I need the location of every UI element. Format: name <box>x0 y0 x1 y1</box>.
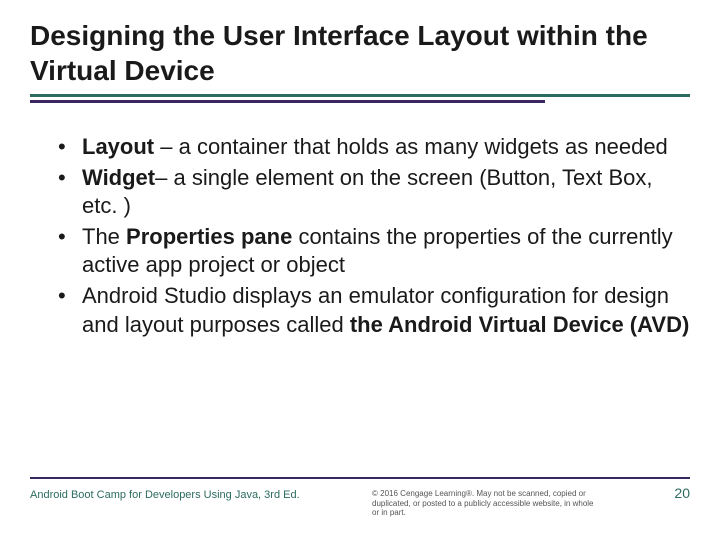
footer-row: Android Boot Camp for Developers Using J… <box>30 489 690 518</box>
term: Layout <box>82 134 154 159</box>
slide: Designing the User Interface Layout with… <box>0 0 720 540</box>
page-number: 20 <box>674 485 690 501</box>
bullet-item: Widget– a single element on the screen (… <box>58 164 690 221</box>
footer: Android Boot Camp for Developers Using J… <box>30 477 690 518</box>
term: Properties pane <box>126 224 292 249</box>
bullet-item: The Properties pane contains the propert… <box>58 223 690 280</box>
term: the Android Virtual Device (AVD) <box>350 312 689 337</box>
footer-rule <box>30 477 690 479</box>
bullet-item: Android Studio displays an emulator conf… <box>58 282 690 339</box>
term: Widget <box>82 165 155 190</box>
body-content: Layout – a container that holds as many … <box>30 133 690 339</box>
bullet-item: Layout – a container that holds as many … <box>58 133 690 162</box>
pre: The <box>82 224 126 249</box>
slide-title: Designing the User Interface Layout with… <box>30 18 690 92</box>
rest: a container that holds as many widgets a… <box>179 134 668 159</box>
sep: – <box>155 165 173 190</box>
sep: – <box>154 134 178 159</box>
title-underline-teal <box>30 94 690 97</box>
title-underline-purple <box>30 100 545 103</box>
footer-source: Android Boot Camp for Developers Using J… <box>30 489 300 501</box>
bullet-list: Layout – a container that holds as many … <box>58 133 690 339</box>
footer-copyright: © 2016 Cengage Learning®. May not be sca… <box>372 489 602 518</box>
